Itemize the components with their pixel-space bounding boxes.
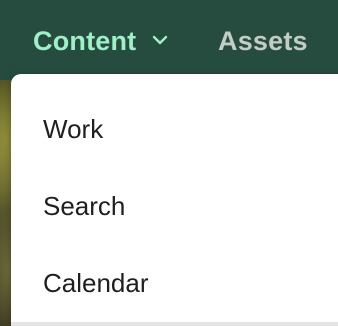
- top-navigation-bar: Content Assets: [0, 0, 338, 80]
- menu-item-calendar[interactable]: Calendar: [43, 263, 149, 303]
- menu-item-label: Search: [43, 190, 126, 221]
- tab-content-label: Content: [33, 25, 137, 56]
- tab-assets-label: Assets: [218, 25, 308, 56]
- menu-item-label: Work: [43, 113, 104, 144]
- tab-assets[interactable]: Assets: [218, 23, 308, 59]
- menu-item-work[interactable]: Work: [43, 109, 103, 149]
- menu-item-label: Calendar: [43, 267, 149, 298]
- tab-content[interactable]: Content: [33, 23, 168, 59]
- dropdown-divider: [11, 322, 338, 326]
- chevron-down-icon: [152, 32, 168, 48]
- menu-item-search[interactable]: Search: [43, 186, 125, 226]
- content-dropdown-menu: Work Search Calendar: [11, 74, 338, 326]
